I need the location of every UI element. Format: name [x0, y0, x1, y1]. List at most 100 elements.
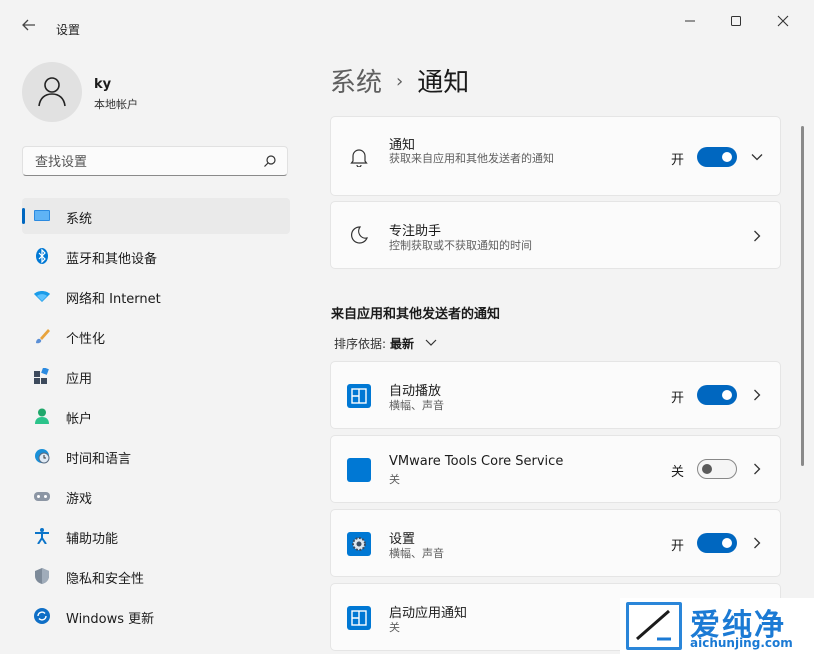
sidebar-item-gaming[interactable]: 游戏	[22, 478, 290, 514]
toggle-state-label: 关	[671, 465, 685, 480]
sidebar-item-label: 帐户	[66, 412, 93, 427]
card-description: 控制获取或不获取通知的时间	[389, 239, 532, 252]
window-grid-icon	[351, 388, 367, 404]
breadcrumb-parent[interactable]: 系统	[330, 68, 382, 98]
sidebar-item-label: 辅助功能	[66, 532, 119, 547]
minimize-icon	[685, 20, 695, 22]
sidebar-item-label: 时间和语言	[66, 452, 132, 467]
vmware-app-icon	[347, 458, 371, 482]
window-grid-icon	[351, 610, 367, 626]
search-input[interactable]	[33, 151, 257, 173]
card-description: 获取来自应用和其他发送者的通知	[389, 152, 554, 165]
sidebar-item-windows-update[interactable]: Windows 更新	[22, 598, 290, 634]
sidebar-item-label: Windows 更新	[66, 612, 155, 627]
maximize-button[interactable]	[713, 8, 759, 38]
app-name: 启动应用通知	[389, 606, 468, 621]
toggle-state-label: 开	[671, 153, 685, 168]
chevron-right-icon	[754, 537, 761, 549]
sort-value: 最新	[390, 337, 415, 351]
sidebar-item-accounts[interactable]: 帐户	[22, 398, 290, 434]
sidebar-nav: 系统 蓝牙和其他设备 网络和 Internet 个性化 应用 帐户 时间和语言 …	[22, 198, 290, 638]
close-icon	[777, 15, 789, 27]
app-description: 关	[389, 473, 400, 486]
vmware-toggle[interactable]	[697, 459, 737, 479]
toggle-state-label: 开	[671, 391, 685, 406]
sidebar-item-label: 蓝牙和其他设备	[66, 252, 158, 267]
chevron-right-icon	[754, 463, 761, 475]
back-button[interactable]	[18, 16, 40, 38]
app-name: 自动播放	[389, 384, 442, 399]
chevron-right-icon	[754, 230, 761, 242]
settings-toggle[interactable]	[697, 533, 737, 553]
sidebar-item-personalization[interactable]: 个性化	[22, 318, 290, 354]
sidebar-item-apps[interactable]: 应用	[22, 358, 290, 394]
logo-mark-icon	[636, 609, 671, 641]
sidebar-item-label: 系统	[66, 212, 93, 227]
breadcrumb-separator: ›	[396, 71, 404, 92]
startup-app-icon	[347, 606, 371, 630]
gear-icon	[352, 537, 366, 551]
bluetooth-icon	[36, 248, 48, 264]
user-name: ky	[94, 77, 112, 92]
chevron-down-icon	[425, 339, 437, 346]
chevron-down-icon[interactable]	[750, 150, 764, 164]
sidebar-item-label: 网络和 Internet	[66, 292, 161, 307]
section-title: 来自应用和其他发送者的通知	[331, 307, 501, 322]
moon-icon	[351, 226, 368, 244]
notifications-toggle[interactable]	[697, 147, 737, 167]
breadcrumb: 系统 › 通知	[330, 62, 469, 99]
app-name: 设置	[389, 532, 416, 547]
app-row-settings[interactable]: 设置 横幅、声音 开	[330, 509, 781, 577]
autoplay-app-icon	[347, 384, 371, 408]
accessibility-icon	[35, 528, 49, 544]
scrollbar[interactable]	[801, 126, 804, 466]
gamepad-icon	[34, 492, 50, 501]
watermark-logo	[626, 602, 682, 650]
app-row-autoplay[interactable]: 自动播放 横幅、声音 开	[330, 361, 781, 429]
minimize-button[interactable]	[667, 8, 713, 38]
chevron-right-icon	[754, 389, 761, 401]
update-icon	[34, 608, 50, 624]
sidebar-item-accessibility[interactable]: 辅助功能	[22, 518, 290, 554]
sidebar-item-privacy[interactable]: 隐私和安全性	[22, 558, 290, 594]
app-row-vmware[interactable]: VMware Tools Core Service 关 关	[330, 435, 781, 503]
account-type: 本地帐户	[94, 98, 138, 111]
sort-dropdown[interactable]: 排序依据: 最新	[334, 335, 438, 352]
sidebar-item-label: 应用	[66, 372, 93, 387]
sidebar-item-label: 游戏	[66, 492, 93, 507]
person-icon	[38, 77, 66, 107]
wifi-icon	[34, 291, 50, 302]
window-title: 设置	[56, 23, 81, 37]
avatar[interactable]	[22, 62, 82, 122]
monitor-icon	[34, 210, 50, 221]
app-description: 关	[389, 621, 400, 634]
card-title: 专注助手	[389, 224, 442, 239]
watermark-url: aichunjing.com	[690, 636, 793, 650]
brush-icon	[36, 329, 50, 344]
sidebar-item-network[interactable]: 网络和 Internet	[22, 278, 290, 314]
bell-icon	[350, 149, 368, 167]
toggle-state-label: 开	[671, 539, 685, 554]
shield-icon	[35, 568, 49, 584]
sidebar-item-label: 个性化	[66, 332, 106, 347]
sidebar-item-bluetooth[interactable]: 蓝牙和其他设备	[22, 238, 290, 274]
sidebar-item-system[interactable]: 系统	[22, 198, 290, 234]
sidebar-item-time-language[interactable]: 时间和语言	[22, 438, 290, 474]
sidebar-item-label: 隐私和安全性	[66, 572, 145, 587]
search-icon[interactable]	[263, 154, 277, 168]
page-title: 通知	[417, 68, 470, 98]
app-name: VMware Tools Core Service	[389, 454, 564, 469]
person-icon	[35, 408, 49, 424]
settings-app-icon	[347, 532, 371, 556]
autoplay-toggle[interactable]	[697, 385, 737, 405]
close-button[interactable]	[760, 8, 806, 38]
arrow-left-icon	[22, 19, 35, 31]
focus-assist-card[interactable]: 专注助手 控制获取或不获取通知的时间	[330, 201, 781, 269]
apps-icon	[34, 368, 49, 384]
sort-label: 排序依据:	[334, 337, 387, 351]
app-description: 横幅、声音	[389, 399, 444, 412]
title-bar: 设置	[0, 0, 814, 44]
search-box[interactable]	[22, 146, 288, 176]
notifications-card[interactable]: 通知 获取来自应用和其他发送者的通知 开	[330, 116, 781, 196]
maximize-icon	[731, 16, 741, 26]
